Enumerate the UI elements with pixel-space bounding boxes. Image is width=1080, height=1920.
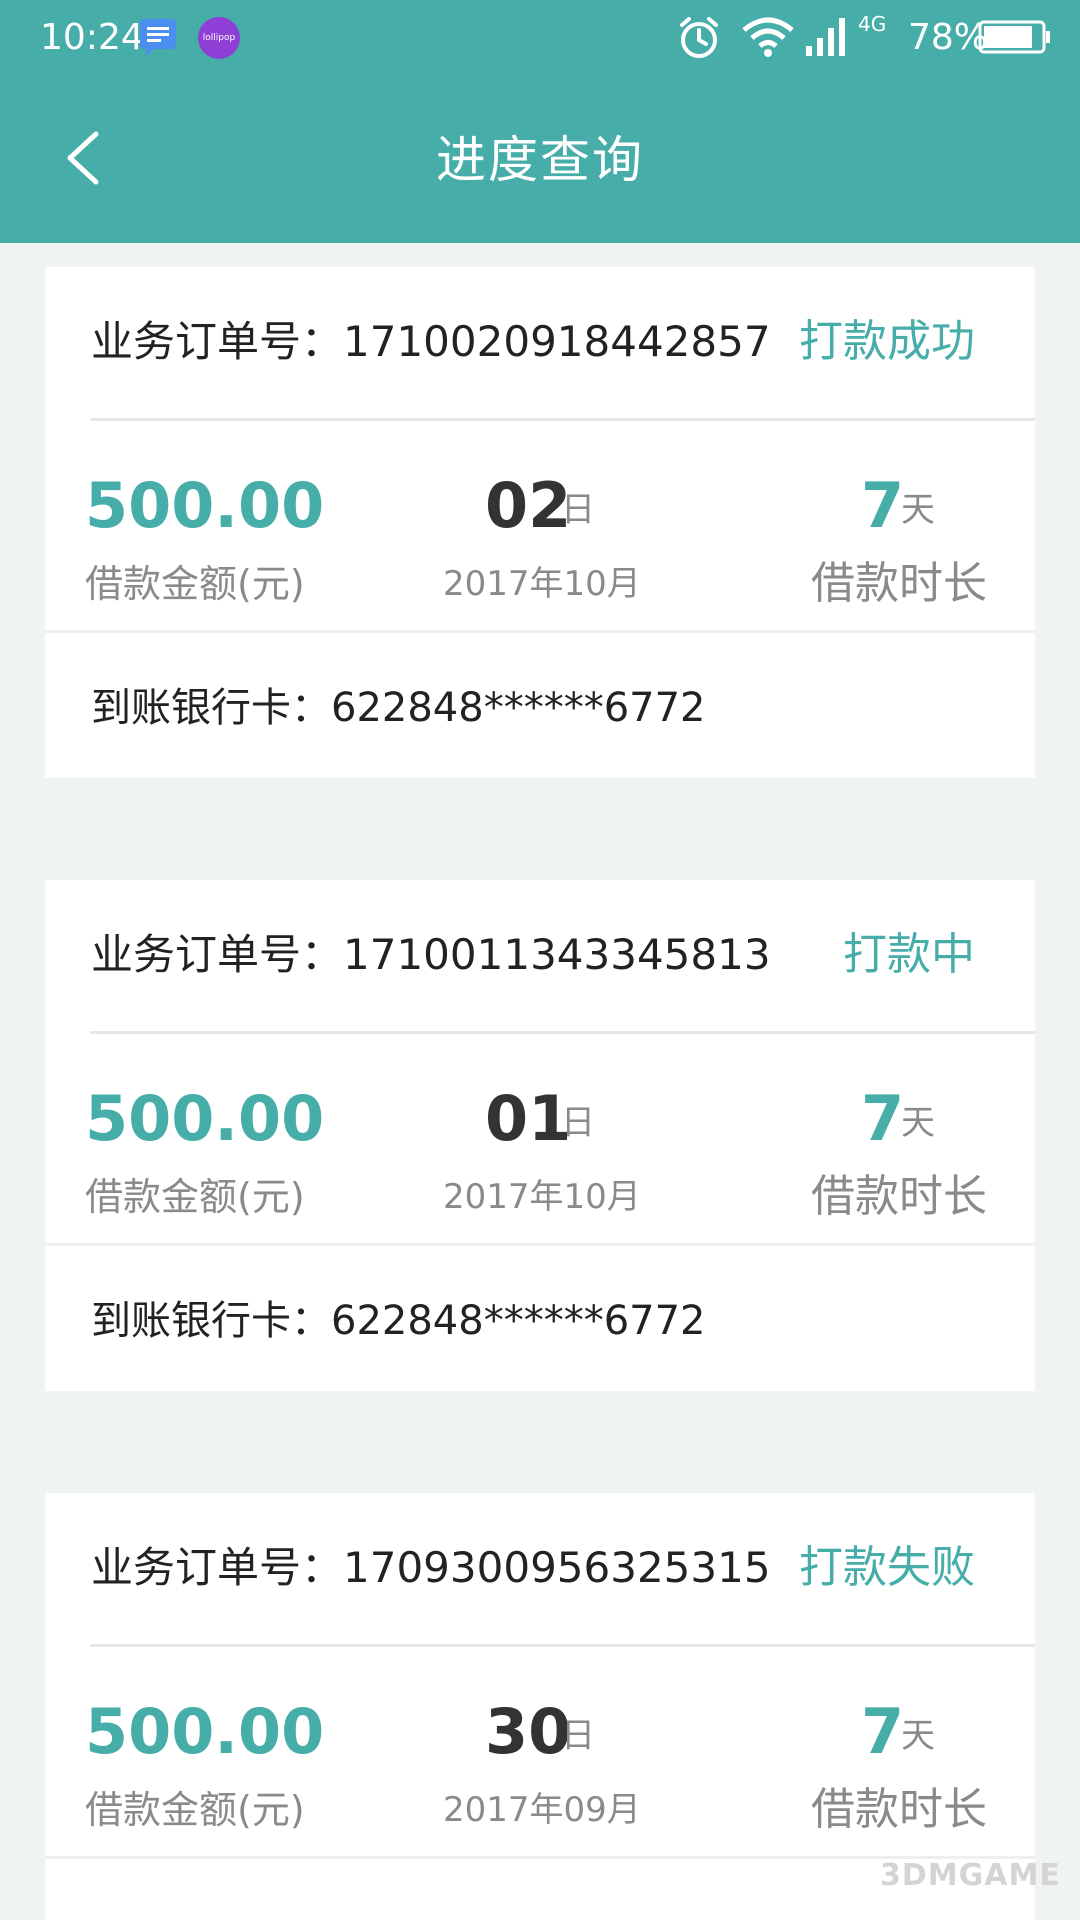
message-icon — [140, 19, 176, 56]
bank-row: 到账银行卡：622848******6772 — [45, 1246, 1035, 1391]
status-bar: 10:24 lollipop 4G 78% — [0, 0, 1080, 78]
loan-month: 2017年10月 — [443, 564, 641, 604]
order-header: 业务订单号：1709300956325315 打款失败 — [45, 1493, 1035, 1647]
loan-term: 7 — [861, 1082, 905, 1155]
order-number-row: 业务订单号：1710020918442857 — [91, 313, 771, 371]
bank-card-row: 到账银行卡：622848******6772 — [91, 1294, 706, 1348]
loan-day: 01 — [485, 1082, 572, 1155]
order-header: 业务订单号：1710011343345813 打款中 — [45, 880, 1035, 1034]
order-stats: 500.00 借款金额(元) 30 日 2017年09月 7 天 借款时长 — [45, 1644, 1035, 1856]
order-number: 1710011343345813 — [343, 930, 771, 979]
order-number: 1709300956325315 — [343, 1543, 771, 1592]
loan-term-unit: 天 — [901, 1716, 935, 1756]
order-status: 打款失败 — [799, 1542, 975, 1593]
watermark: 3DMGAME — [880, 1858, 1061, 1893]
loan-term-label: 借款时长 — [811, 1171, 987, 1222]
lollipop-icon: lollipop — [198, 17, 240, 59]
bank-card-label: 到账银行卡： — [91, 1298, 331, 1344]
network-type: 4G — [858, 12, 887, 36]
loan-amount: 500.00 — [85, 1082, 325, 1155]
loan-day: 02 — [485, 469, 572, 542]
loan-month: 2017年09月 — [443, 1790, 641, 1830]
loan-term-unit: 天 — [901, 490, 935, 530]
loan-term-label: 借款时长 — [811, 1784, 987, 1835]
app-header: 10:24 lollipop 4G 78% 进度查询 — [0, 0, 1080, 243]
order-header: 业务订单号：1710020918442857 打款成功 — [45, 267, 1035, 421]
loan-term: 7 — [861, 1695, 905, 1768]
loan-term-unit: 天 — [901, 1103, 935, 1143]
bank-card-number: 622848******6772 — [331, 685, 706, 731]
order-number: 1710020918442857 — [343, 317, 771, 366]
loan-amount: 500.00 — [85, 469, 325, 542]
order-number-row: 业务订单号：1710011343345813 — [91, 926, 771, 984]
loan-amount: 500.00 — [85, 1695, 325, 1768]
battery-percent: 78% — [908, 17, 989, 58]
signal-icon — [806, 18, 845, 56]
order-label: 业务订单号： — [91, 930, 344, 979]
order-number-row: 业务订单号：1709300956325315 — [91, 1539, 771, 1597]
bank-card-row: 到账银行卡：622848******6772 — [91, 681, 706, 735]
status-time: 10:24 — [40, 17, 144, 58]
order-label: 业务订单号： — [91, 1543, 344, 1592]
page-title: 进度查询 — [436, 131, 644, 189]
loan-amount-label: 借款金额(元) — [85, 1788, 305, 1832]
order-stats: 500.00 借款金额(元) 01 日 2017年10月 7 天 借款时长 — [45, 1031, 1035, 1243]
bank-card-number: 622848******6772 — [331, 1298, 706, 1344]
order-status: 打款中 — [843, 929, 975, 980]
wifi-icon — [742, 17, 794, 57]
loan-amount-label: 借款金额(元) — [85, 562, 305, 606]
loan-amount-label: 借款金额(元) — [85, 1175, 305, 1219]
order-label: 业务订单号： — [91, 317, 344, 366]
alarm-icon — [680, 17, 718, 58]
order-card[interactable]: 业务订单号：1710011343345813 打款中 500.00 借款金额(元… — [45, 880, 1035, 1391]
order-stats: 500.00 借款金额(元) 02 日 2017年10月 7 天 借款时长 — [45, 418, 1035, 630]
loan-day-unit: 日 — [561, 1716, 595, 1756]
battery-icon — [978, 20, 1050, 54]
bank-row: 到账银行卡：622848******6772 — [45, 633, 1035, 778]
order-status: 打款成功 — [799, 316, 975, 367]
loan-term: 7 — [861, 469, 905, 542]
order-card[interactable]: 业务订单号：1709300956325315 打款失败 500.00 借款金额(… — [45, 1493, 1035, 1920]
loan-term-label: 借款时长 — [811, 558, 987, 609]
loan-day-unit: 日 — [561, 490, 595, 530]
loan-day: 30 — [485, 1695, 572, 1768]
bank-card-label: 到账银行卡： — [91, 685, 331, 731]
order-card[interactable]: 业务订单号：1710020918442857 打款成功 500.00 借款金额(… — [45, 267, 1035, 778]
loan-month: 2017年10月 — [443, 1177, 641, 1217]
loan-day-unit: 日 — [561, 1103, 595, 1143]
